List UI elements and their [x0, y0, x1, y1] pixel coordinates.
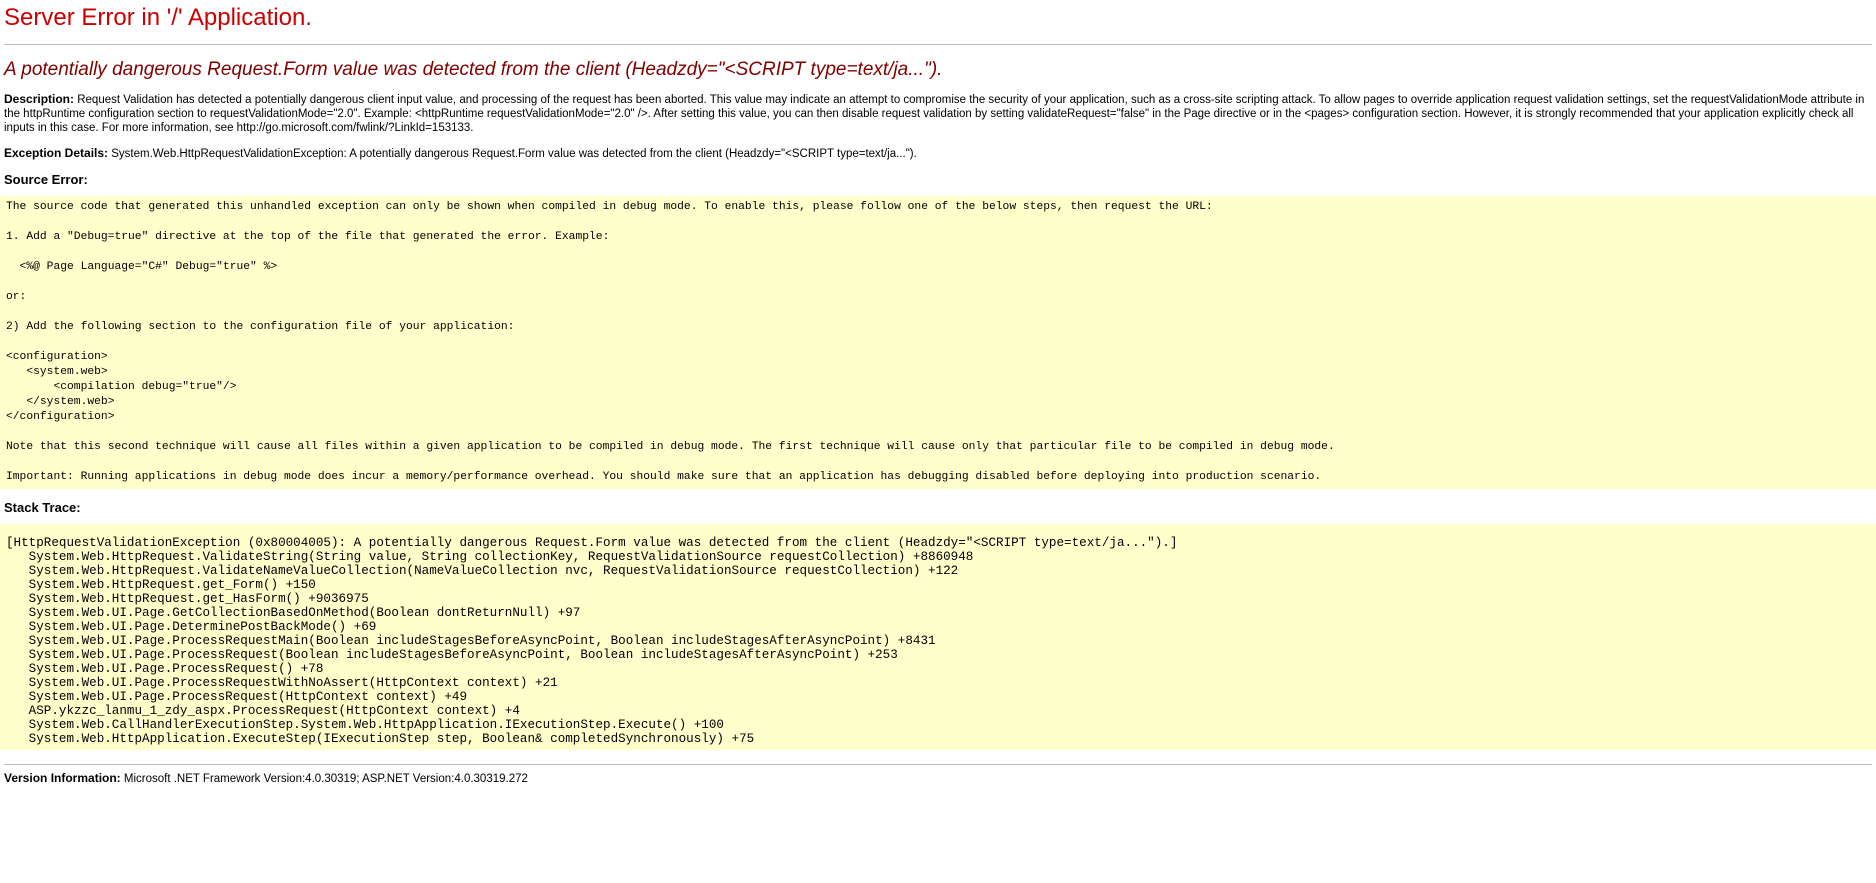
exception-label: Exception Details: [4, 146, 109, 160]
stack-trace-line: System.Web.HttpApplication.ExecuteStep(I… [6, 732, 755, 746]
source-error-line: <system.web> [6, 366, 108, 378]
stack-trace-line: [HttpRequestValidationException (0x80004… [6, 536, 1178, 550]
stack-trace-line: System.Web.UI.Page.ProcessRequest(Boolea… [6, 648, 898, 662]
stack-trace-line: System.Web.HttpRequest.get_Form() +150 [6, 578, 316, 592]
source-error-line: 2) Add the following section to the conf… [6, 321, 515, 333]
description-text: Request Validation has detected a potent… [4, 94, 1865, 134]
version-section: Version Information: Microsoft .NET Fram… [4, 764, 1872, 785]
stack-trace-line: System.Web.UI.Page.ProcessRequest(HttpCo… [6, 690, 468, 704]
stack-trace-line: System.Web.UI.Page.ProcessRequestWithNoA… [6, 676, 558, 690]
description-section: Description: Request Validation has dete… [4, 92, 1872, 135]
exception-text: System.Web.HttpRequestValidationExceptio… [111, 148, 917, 160]
source-error-line: or: [6, 291, 27, 303]
stack-trace-line: System.Web.UI.Page.ProcessRequest() +78 [6, 662, 324, 676]
source-error-line: <compilation debug="true"/> [6, 381, 237, 393]
source-error-line: <%@ Page Language="C#" Debug="true" %> [6, 261, 278, 273]
source-error-line [6, 335, 1870, 350]
source-error-line [6, 305, 1870, 320]
source-error-line: The source code that generated this unha… [6, 201, 1213, 213]
stack-trace-line: ASP.ykzzc_lanmu_1_zdy_aspx.ProcessReques… [6, 704, 520, 718]
exception-section: Exception Details: System.Web.HttpReques… [4, 146, 1872, 161]
stack-trace-line: System.Web.UI.Page.ProcessRequestMain(Bo… [6, 634, 936, 648]
stack-trace-line: System.Web.UI.Page.GetCollectionBasedOnM… [6, 606, 581, 620]
error-page: Server Error in '/' Application. A poten… [0, 0, 1876, 785]
source-error-line [6, 245, 1870, 260]
title-divider [4, 44, 1872, 45]
source-error-line: Important: Running applications in debug… [6, 471, 1322, 483]
source-error-line [6, 455, 1870, 470]
source-error-block: The source code that generated this unha… [0, 196, 1876, 489]
error-subtitle: A potentially dangerous Request.Form val… [4, 59, 943, 80]
stack-trace-line: System.Web.CallHandlerExecutionStep.Syst… [6, 718, 724, 732]
stack-trace-line: System.Web.HttpRequest.get_HasForm() +90… [6, 592, 369, 606]
source-error-line: </system.web> [6, 396, 115, 408]
source-error-label: Source Error: [4, 172, 88, 187]
source-error-line [6, 425, 1870, 440]
page-title: Server Error in '/' Application. [4, 4, 312, 31]
source-error-line: </configuration> [6, 411, 115, 423]
stack-trace-label: Stack Trace: [4, 500, 81, 515]
source-error-line: 1. Add a "Debug=true" directive at the t… [6, 231, 610, 243]
description-label: Description: [4, 92, 75, 106]
source-error-line [6, 215, 1870, 230]
stack-trace-block: [HttpRequestValidationException (0x80004… [0, 524, 1876, 750]
source-error-line: <configuration> [6, 351, 108, 363]
source-error-line [6, 275, 1870, 290]
version-text: Microsoft .NET Framework Version:4.0.303… [123, 773, 528, 785]
version-label: Version Information: [4, 771, 121, 785]
stack-trace-line: System.Web.UI.Page.DeterminePostBackMode… [6, 620, 377, 634]
source-error-line: Note that this second technique will cau… [6, 441, 1335, 453]
stack-trace-line: System.Web.HttpRequest.ValidateNameValue… [6, 564, 959, 578]
stack-trace-line: System.Web.HttpRequest.ValidateString(St… [6, 550, 974, 564]
